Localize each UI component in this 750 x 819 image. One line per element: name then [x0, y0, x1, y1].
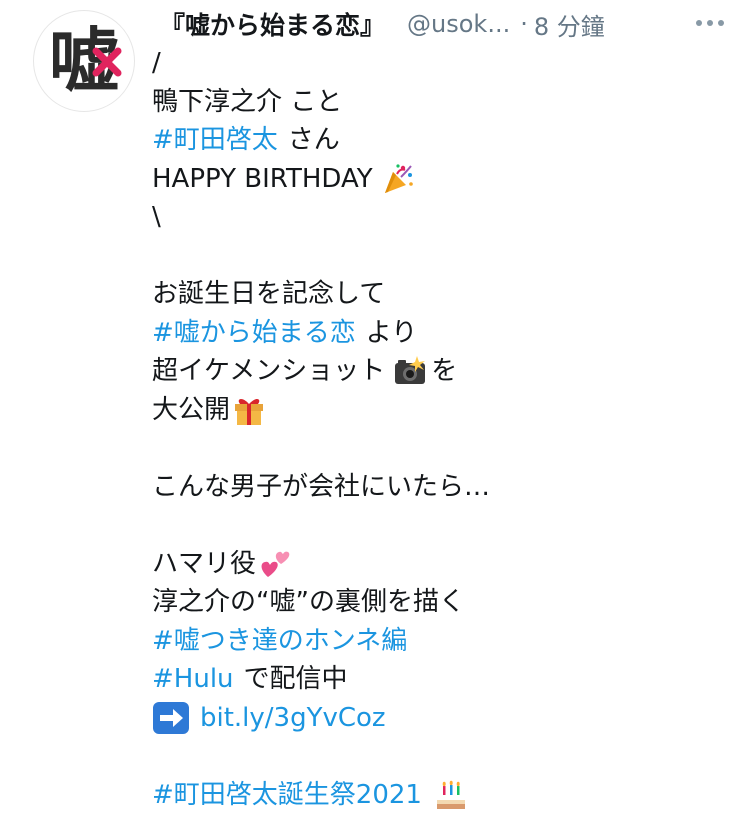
text-line: HAPPY BIRTHDAY — [152, 160, 742, 199]
more-dots-icon[interactable] — [680, 8, 740, 38]
plain-text: より — [365, 317, 418, 348]
hashtag-link[interactable]: #町田啓太誕生祭2021 — [152, 776, 422, 815]
text-line: / — [152, 44, 742, 83]
text-line: #町田啓太 さん — [152, 121, 742, 160]
text-line: 超イケメンショット を — [152, 352, 742, 391]
plain-text: 超イケメンショット — [152, 356, 386, 386]
birthday-cake-icon — [436, 780, 465, 809]
display-name[interactable]: 『嘘から始まる恋』 — [160, 6, 385, 42]
text-line: こんな男子が会社にいたら… — [152, 468, 742, 507]
hashtag-link[interactable]: #嘘から始まる恋 — [152, 314, 356, 353]
birthday-text: HAPPY BIRTHDAY — [152, 163, 373, 194]
tweet[interactable]: 嘘 『嘘から始まる恋』 @usok... · 8 分鐘 / 鴨下淳之介 こと #… — [0, 0, 750, 819]
text-line: 大公開 — [152, 391, 742, 430]
plain-text: お誕生日を記念して — [152, 279, 386, 309]
text-line: 淳之介の“嘘”の裏側を描く — [152, 583, 742, 622]
backslash-text: \ — [152, 202, 161, 232]
hashtag-link[interactable]: #町田啓太 — [152, 121, 278, 160]
text-line: bit.ly/3gYvCoz — [152, 699, 742, 738]
url-link[interactable]: bit.ly/3gYvCoz — [200, 699, 386, 738]
character-name-text: 鴨下淳之介 こと — [152, 86, 343, 117]
plain-text: を — [431, 356, 458, 386]
right-arrow-icon — [153, 701, 189, 734]
text-line: #町田啓太誕生祭2021 — [152, 776, 742, 815]
text-line: #Hulu で配信中 — [152, 660, 742, 699]
two-hearts-icon — [261, 551, 290, 577]
tweet-body: / 鴨下淳之介 こと #町田啓太 さん HAPPY BIRTHDAY \ お誕生… — [152, 44, 742, 814]
timestamp[interactable]: 8 分鐘 — [534, 7, 605, 42]
gift-icon — [235, 398, 264, 425]
camera-flash-icon — [395, 356, 426, 385]
plain-text: ハマリ役 — [152, 548, 257, 579]
avatar[interactable]: 嘘 — [33, 10, 135, 112]
text-line: \ — [152, 198, 742, 237]
text-line: 鴨下淳之介 こと — [152, 83, 742, 122]
user-handle[interactable]: @usok... — [407, 10, 510, 38]
separator-dot: · — [520, 10, 528, 38]
hashtag-link[interactable]: #嘘つき達のホンネ編 — [152, 622, 407, 661]
plain-text: 大公開 — [152, 394, 231, 425]
plain-text: 淳之介の“嘘”の裏側を描く — [152, 587, 465, 617]
plain-text: さん — [287, 125, 340, 155]
plain-text: で配信中 — [243, 664, 348, 694]
slash-text: / — [152, 48, 161, 78]
hashtag-link[interactable]: #Hulu — [152, 660, 234, 699]
party-popper-icon — [384, 164, 413, 193]
text-line: #嘘つき達のホンネ編 — [152, 622, 742, 661]
text-line: #嘘から始まる恋 より — [152, 314, 742, 353]
plain-text: こんな男子が会社にいたら… — [152, 471, 491, 502]
text-line: ハマリ役 — [152, 545, 742, 584]
text-line: お誕生日を記念して — [152, 275, 742, 314]
tweet-header: 『嘘から始まる恋』 @usok... · 8 分鐘 — [160, 4, 740, 44]
red-cross-icon — [92, 47, 122, 77]
